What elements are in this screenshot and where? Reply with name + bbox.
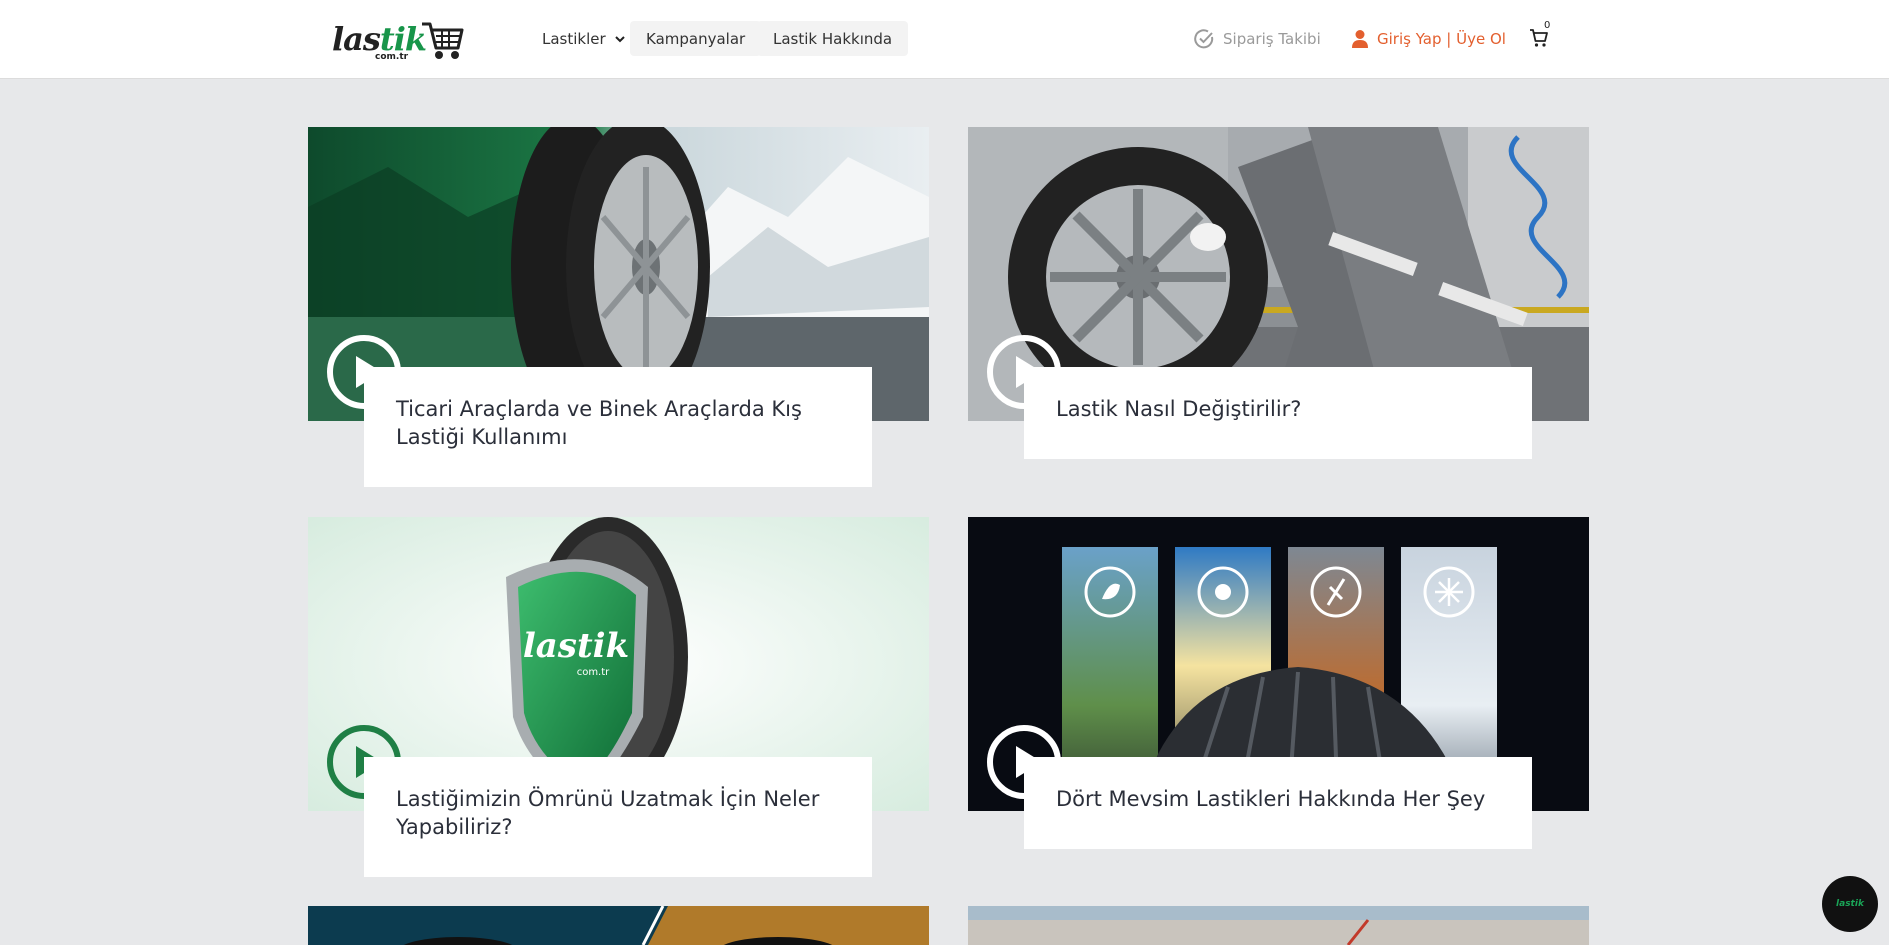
cart-count-badge: 0 (1544, 20, 1551, 31)
login-label: Giriş Yap | Üye Ol (1377, 30, 1506, 48)
nav-item-label: Lastikler (542, 29, 606, 48)
article-title[interactable]: Lastiğimizin Ömrünü Uzatmak İçin Neler Y… (364, 757, 872, 877)
article-image-partial[interactable] (968, 906, 1589, 945)
order-tracking-link[interactable]: Sipariş Takibi (1193, 27, 1321, 51)
order-tracking-label: Sipariş Takibi (1223, 30, 1321, 48)
chat-label: lastik (1836, 899, 1864, 909)
nav-item-kampanyalar[interactable]: Kampanyalar (630, 21, 762, 56)
chevron-down-icon (614, 35, 625, 42)
svg-text:com.tr: com.tr (577, 667, 610, 678)
article-title[interactable]: Lastik Nasıl Değiştirilir? (1024, 367, 1532, 459)
nav-lastik-hakkinda[interactable]: Lastik Hakkında (757, 21, 909, 56)
cart-icon[interactable] (1529, 28, 1549, 48)
article-title[interactable]: Dört Mevsim Lastikleri Hakkında Her Şey (1024, 757, 1532, 849)
nav-kampanyalar[interactable]: Kampanyalar (630, 21, 762, 56)
nav-item-lastik-hakkinda[interactable]: Lastik Hakkında (757, 21, 909, 56)
article-image-partial[interactable] (308, 906, 929, 945)
nav-item-label: Lastik Hakkında (773, 29, 893, 48)
site-header: lastik com.tr Lastikler Kampanyalar Last… (0, 0, 1889, 79)
svg-text:lastik: lastik (523, 626, 629, 666)
logo-sub: com.tr (375, 52, 409, 62)
site-logo[interactable]: lastik com.tr (332, 14, 464, 64)
chat-button[interactable]: lastik (1822, 876, 1878, 932)
nav-item-lastikler[interactable]: Lastikler (526, 21, 642, 56)
logo-cart-icon (422, 22, 464, 59)
check-circle-icon (1194, 29, 1214, 49)
article-title[interactable]: Ticari Araçlarda ve Binek Araçlarda Kış … (364, 367, 872, 487)
login-register-link[interactable]: Giriş Yap | Üye Ol (1351, 27, 1506, 51)
nav-lastikler[interactable]: Lastikler (526, 21, 642, 56)
user-icon (1352, 30, 1368, 48)
nav-item-label: Kampanyalar (646, 29, 746, 48)
